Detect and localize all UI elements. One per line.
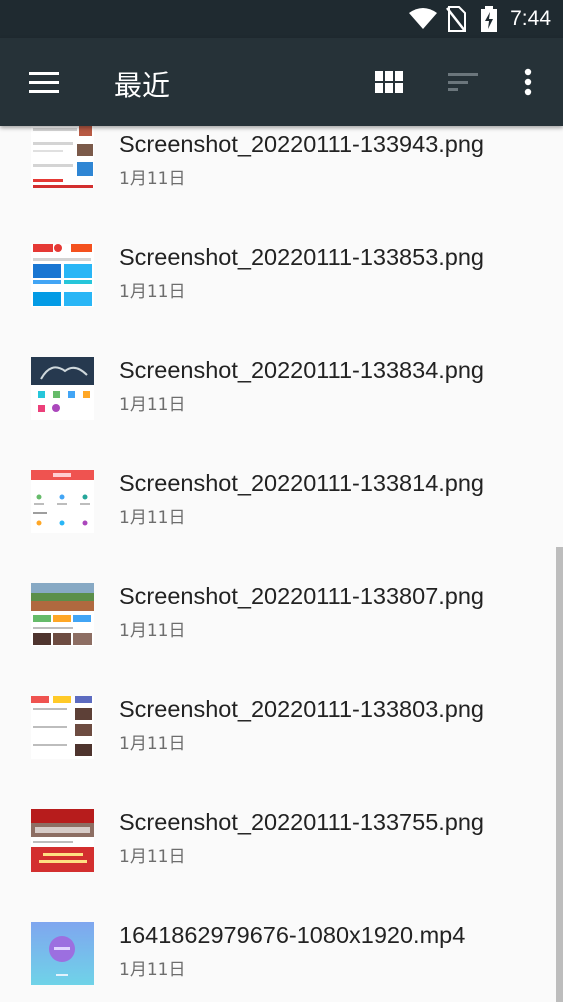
file-name: Screenshot_20220111-133755.png	[119, 809, 484, 835]
file-name: Screenshot_20220111-133807.png	[119, 583, 484, 609]
file-date: 1月11日	[119, 621, 186, 641]
file-thumbnail	[31, 583, 94, 646]
file-thumbnail	[31, 470, 94, 533]
page-title: 最近	[114, 69, 171, 102]
file-thumbnail	[31, 357, 94, 420]
file-row[interactable]: Screenshot_20220111-133943.png 1月11日	[0, 126, 556, 239]
battery-charging-icon	[481, 6, 497, 32]
menu-button[interactable]	[20, 58, 68, 106]
file-thumbnail	[31, 244, 94, 307]
file-row[interactable]: 1641862979676-1080x1920.mp4 1月11日	[0, 917, 556, 1002]
file-row[interactable]: Screenshot_20220111-133803.png 1月11日	[0, 691, 556, 804]
file-date: 1月11日	[119, 169, 186, 189]
file-name: Screenshot_20220111-133814.png	[119, 470, 484, 496]
recent-file-list[interactable]: Screenshot_20220111-133943.png 1月11日 Scr…	[0, 126, 563, 1002]
file-row[interactable]: Screenshot_20220111-133853.png 1月11日	[0, 239, 556, 352]
app-bar: 最近	[0, 38, 563, 126]
no-sim-icon	[446, 6, 466, 32]
wifi-icon	[409, 8, 437, 29]
file-thumbnail	[31, 126, 94, 188]
menu-icon	[29, 72, 59, 93]
more-options-button[interactable]	[504, 58, 552, 106]
file-thumbnail	[31, 922, 94, 985]
more-vert-icon	[524, 68, 532, 96]
file-name: Screenshot_20220111-133803.png	[119, 696, 484, 722]
file-row[interactable]: Screenshot_20220111-133807.png 1月11日	[0, 578, 556, 691]
file-name: Screenshot_20220111-133834.png	[119, 357, 484, 383]
clock: 7:44	[510, 7, 551, 30]
file-thumbnail	[31, 696, 94, 759]
status-bar: 7:44	[0, 0, 563, 38]
file-name: Screenshot_20220111-133943.png	[119, 131, 484, 157]
file-row[interactable]: Screenshot_20220111-133755.png 1月11日	[0, 804, 556, 917]
grid-view-icon	[375, 71, 403, 93]
file-row[interactable]: Screenshot_20220111-133834.png 1月11日	[0, 352, 556, 465]
file-date: 1月11日	[119, 847, 186, 867]
file-name: Screenshot_20220111-133853.png	[119, 244, 484, 270]
file-date: 1月11日	[119, 508, 186, 528]
sort-button[interactable]	[439, 58, 487, 106]
file-date: 1月11日	[119, 960, 186, 980]
file-date: 1月11日	[119, 734, 186, 754]
file-thumbnail	[31, 809, 94, 872]
file-row[interactable]: Screenshot_20220111-133814.png 1月11日	[0, 465, 556, 578]
scrollbar[interactable]	[556, 547, 563, 1002]
file-date: 1月11日	[119, 395, 186, 415]
file-name: 1641862979676-1080x1920.mp4	[119, 922, 466, 948]
grid-view-button[interactable]	[365, 58, 413, 106]
sort-icon	[448, 73, 478, 91]
file-date: 1月11日	[119, 282, 186, 302]
